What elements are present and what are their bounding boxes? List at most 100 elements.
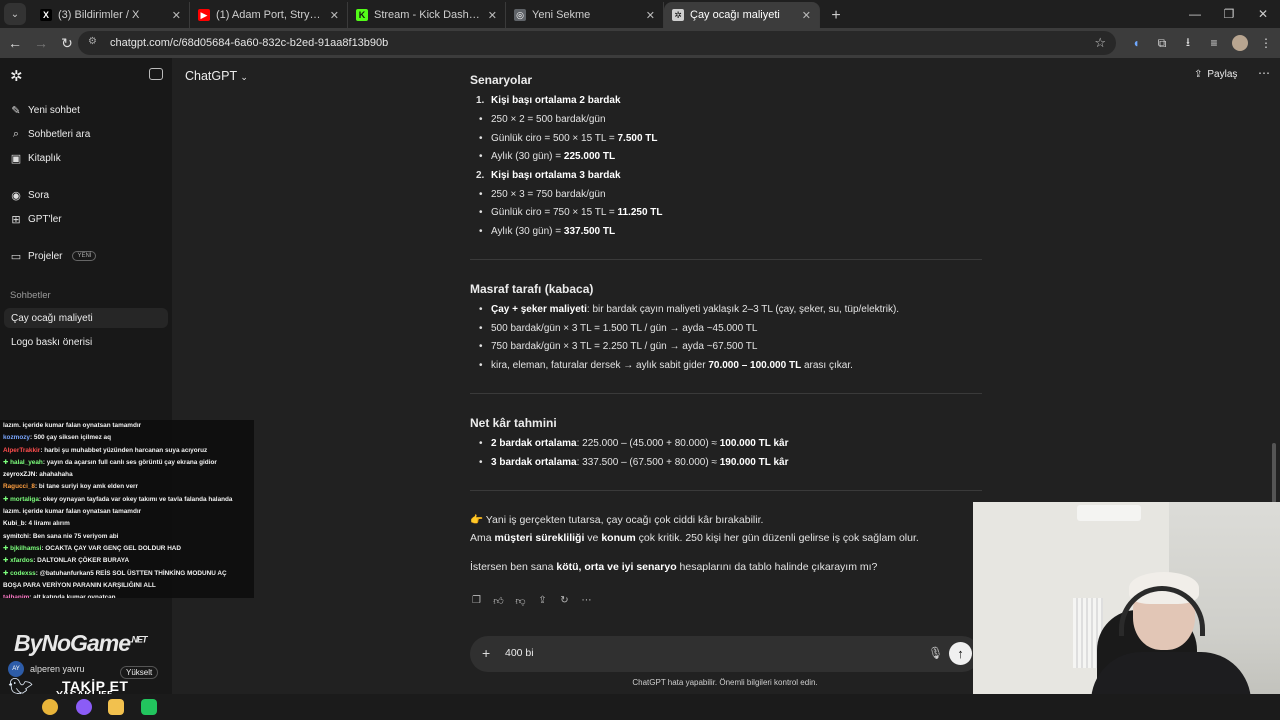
sidebar-user[interactable]: AY alperen yavru [8,661,85,677]
back-icon[interactable]: ← [2,30,28,56]
sidebar-item-library[interactable]: ▣ Kitaplık [10,148,61,168]
microphone-icon[interactable]: 🎙︎ [928,646,943,660]
browser-tab[interactable]: X (3) Bildirimler / X ✕ [32,2,190,28]
browser-tab[interactable]: K Stream - Kick Dashboard ✕ [348,2,506,28]
downloads-icon[interactable]: ⭳ [1176,31,1200,55]
close-tab-icon[interactable]: ✕ [172,9,181,22]
stream-chat-message: BOŞA PARA VERİYON PARANIN KARŞILIĞINI AL… [0,580,254,592]
gpts-icon: ⊞ [11,213,21,226]
chat-text: lazım. içeride kumar falan oynatsan tama… [3,422,142,429]
list-item: 3 bardak ortalama: 337.500 – (67.500 + 8… [479,457,789,468]
kick-icon: K [356,9,368,21]
bookmark-star-icon[interactable]: ☆ [1094,35,1106,51]
list-item: Günlük ciro = 750 × 15 TL = 11.250 TL [479,207,662,218]
tab-list: X (3) Bildirimler / X ✕ ▶ (1) Adam Port, Str… [32,2,820,28]
share-icon[interactable]: ⇪ [536,594,549,607]
avatar: AY [8,661,24,677]
forward-icon[interactable]: → [28,30,54,56]
more-options-icon[interactable]: ⋯ [1258,66,1270,80]
chrome-taskbar-icon[interactable] [42,699,58,715]
stream-chat-message: kozmozy: 500 çay siksen içilmez aq [0,432,254,444]
chat-username: symitchi [3,532,29,540]
tab-search-chevron-icon[interactable]: ⌄ [4,3,26,25]
chat-text: : 4 liramı alırım [24,520,70,528]
browser-menu-icon[interactable]: ⋮ [1254,31,1278,55]
restore-icon[interactable]: ❐ [1212,0,1246,28]
browser-tab[interactable]: ▶ (1) Adam Port, Stryv - Move ✕ [190,2,348,28]
stream-chat-message: ✚ halal_yeah: yayın da açarsın full canl… [0,457,254,469]
kick-taskbar-icon[interactable] [141,699,157,715]
library-icon: ▣ [10,152,22,165]
scrollbar[interactable] [1272,443,1276,503]
chat-item-logo-baski[interactable]: Logo baskı önerisi [4,332,168,352]
sidebar-item-label: GPT'ler [28,213,62,225]
close-window-icon[interactable]: ✕ [1246,0,1280,28]
file-explorer-icon[interactable] [108,699,124,715]
tab-title: Çay ocağı maliyeti [690,9,780,21]
close-tab-icon[interactable]: ✕ [646,9,655,22]
browser-tab[interactable]: ✲ Çay ocağı maliyeti ✕ [664,2,820,28]
copy-icon[interactable]: ❐ [470,594,483,607]
sidebar-item-sora[interactable]: ◉ Sora [10,185,49,205]
share-button[interactable]: ⇪ Paylaş [1194,69,1237,80]
close-tab-icon[interactable]: ✕ [488,9,497,22]
stream-chat-message: ✚ codexss: @batuhanfurkan5 REİS SOL ÜSTT… [0,568,254,580]
list-item: Aylık (30 gün) = 225.000 TL [479,151,615,162]
sidebar-item-new-chat[interactable]: ✎ Yeni sohbet [10,100,80,120]
regenerate-icon[interactable]: ↻ [558,594,571,607]
list-item: Kişi başı ortalama 3 bardak [476,170,620,181]
chat-username: talhanim [3,594,30,598]
sidebar-item-gpts[interactable]: ⊞ GPT'ler [10,209,62,229]
chat-item-cay-ocagi[interactable]: Çay ocağı maliyeti [4,308,168,328]
url-text: chatgpt.com/c/68d05684-6a60-832c-b2ed-91… [110,37,389,49]
chat-text: : 500 çay siksen içilmez aq [30,434,111,442]
disclaimer: ChatGPT hata yapabilir. Önemli bilgileri… [632,678,818,687]
chrome-icon: ◎ [514,9,526,21]
app-taskbar-icon[interactable] [76,699,92,715]
thumbs-down-icon[interactable]: 👎︎ [514,594,527,607]
window-controls: — ❐ ✕ [1178,0,1280,28]
chat-text: BOŞA PARA VERİYON PARANIN KARŞILIĞINI AL… [3,581,156,589]
paragraph: Ama müşteri sürekliliği ve konum çok kri… [470,532,919,544]
extension-wave-icon[interactable]: ◖ [1124,31,1148,55]
close-tab-icon[interactable]: ✕ [802,9,811,22]
stream-chat-message: Ragucci_8: bi tane suriyi koy amk elden … [0,481,254,493]
minimize-icon[interactable]: — [1178,0,1212,28]
more-icon[interactable]: ⋯ [580,594,593,607]
prompt-input[interactable]: 400 bi [505,647,534,659]
reload-icon[interactable]: ↻ [54,30,80,56]
chat-text: : ahahahaha [35,471,73,479]
chat-username: zeyroxZJN [3,471,36,479]
browser-tab-strip: ⌄ X (3) Bildirimler / X ✕ ▶ (1) Adam Port, S… [0,0,1280,28]
model-selector[interactable]: ChatGPT ⌄ [185,69,248,83]
browser-tab[interactable]: ◎ Yeni Sekme ✕ [506,2,664,28]
tab-title: Stream - Kick Dashboard [374,9,482,21]
bynogame-logo: ByNoGame.NET [14,630,147,656]
user-name: alperen yavru [30,664,85,674]
sidebar-item-label: Projeler [28,250,63,262]
chat-username: ✚ codexss [3,569,36,577]
list-item: Günlük ciro = 500 × 15 TL = 7.500 TL [479,133,657,144]
chat-text: : OCAKTA ÇAY VAR GENÇ GEL DOLDUR HAD [41,544,182,552]
chat-text: : DALTONLAR ÇÖKER BURAYA [33,557,130,565]
chat-username: ✚ xfardos [3,557,34,565]
media-control-icon[interactable]: ≡ [1202,31,1226,55]
plus-icon[interactable]: + [482,645,490,661]
sidebar-toggle-icon[interactable] [149,68,163,80]
site-info-icon[interactable]: ⚙ [88,36,102,50]
sidebar-item-label: Kitaplık [28,152,61,164]
heading-scenarios: Senaryolar [470,73,533,87]
send-button[interactable]: ↑ [949,642,972,665]
sidebar-item-search-chats[interactable]: ⌕ Sohbetleri ara [10,124,90,144]
divider [470,393,982,394]
stream-chat-overlay: lazım. içeride kumar falan oynatsan tama… [0,420,254,598]
profile-avatar[interactable] [1232,35,1248,51]
new-chat-icon: ✎ [11,104,21,117]
address-bar[interactable]: ⚙ chatgpt.com/c/68d05684-6a60-832c-b2ed-… [78,31,1116,55]
close-tab-icon[interactable]: ✕ [330,9,339,22]
sidebar-item-projects[interactable]: ▭ Projeler YENİ [10,246,97,266]
extensions-puzzle-icon[interactable]: ⧉ [1150,31,1174,55]
new-tab-button[interactable]: + [824,4,848,28]
thumbs-up-icon[interactable]: 👍︎ [492,594,505,607]
chatgpt-logo-icon[interactable]: ✲ [10,67,26,85]
